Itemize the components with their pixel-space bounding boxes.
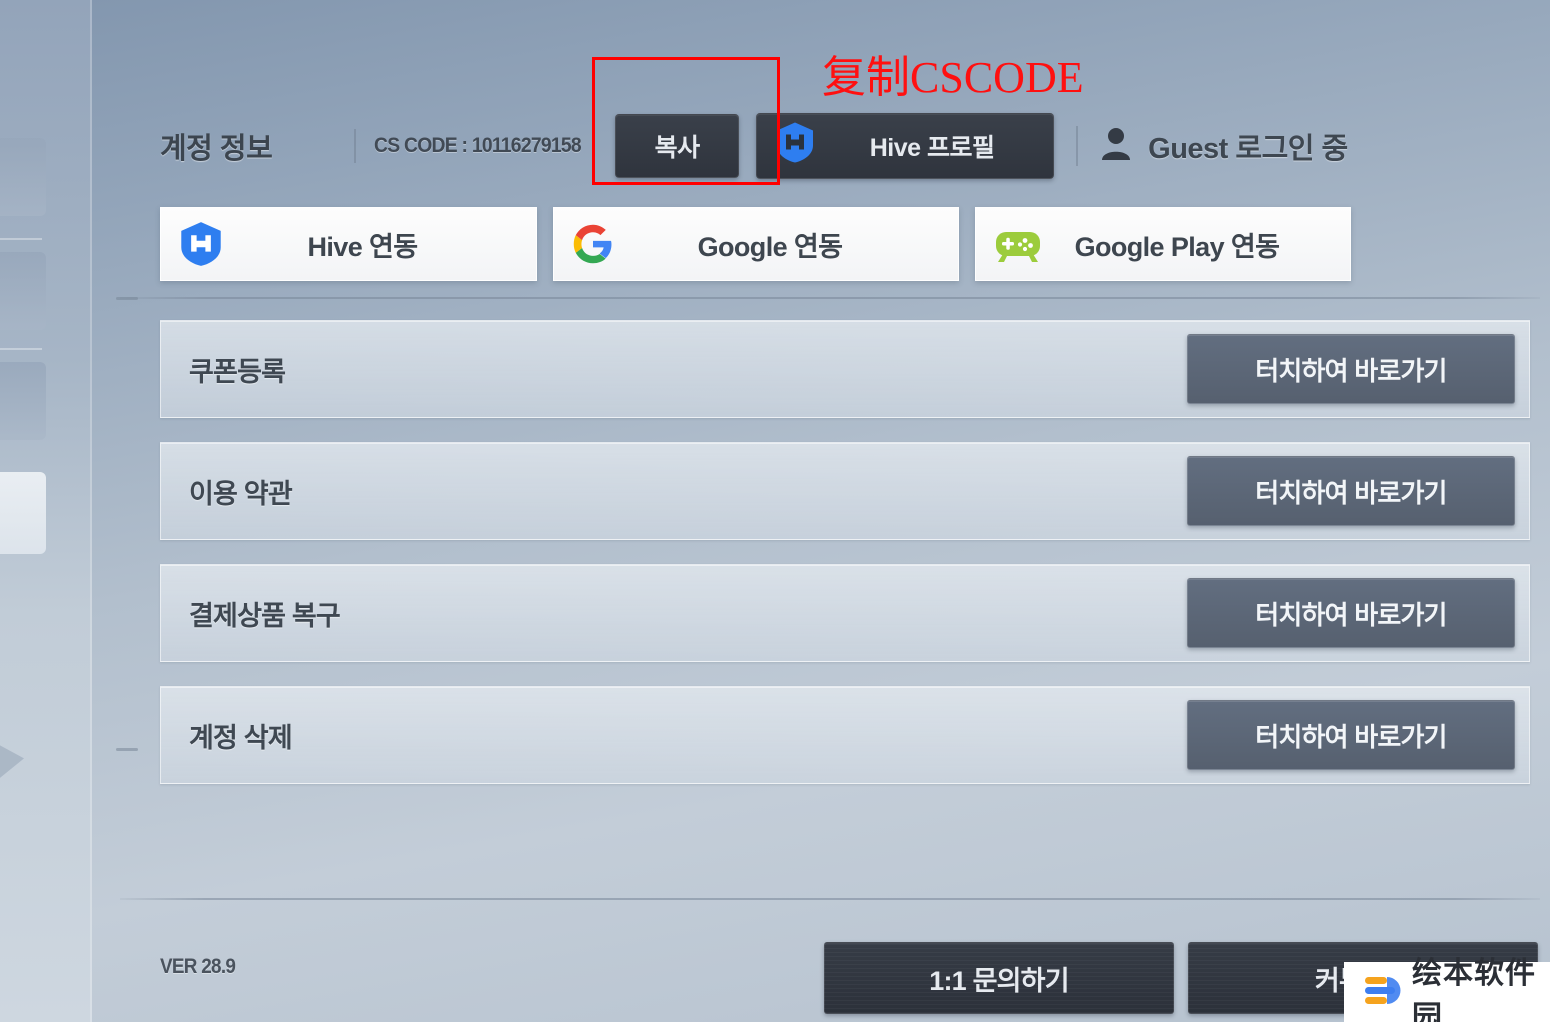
table-row[interactable]: 계정 삭제 터치하여 바로가기 bbox=[160, 686, 1530, 784]
hive-profile-button[interactable]: Hive 프로필 bbox=[756, 113, 1055, 179]
row-action-label: 터치하여 바로가기 bbox=[1255, 599, 1447, 630]
account-info-panel: 계정 정보 CS CODE : 10116279158 복사 Hive 프로필 bbox=[92, 0, 1550, 1022]
account-header: 계정 정보 CS CODE : 10116279158 복사 Hive 프로필 bbox=[160, 110, 1348, 182]
top-divider bbox=[120, 297, 1540, 299]
watermark-logo-icon bbox=[1358, 968, 1402, 1017]
background-menu-card-highlight bbox=[0, 472, 46, 554]
page-title: 계정 정보 bbox=[160, 133, 273, 165]
link-google-label: Google 연동 bbox=[697, 231, 843, 262]
link-hive-button[interactable]: Hive 연동 bbox=[160, 207, 537, 281]
link-google-play-button[interactable]: Google Play 연동 bbox=[975, 207, 1351, 281]
copy-button-label: 복사 bbox=[654, 134, 701, 162]
row-action-label: 터치하여 바로가기 bbox=[1255, 721, 1447, 752]
hive-shield-icon bbox=[775, 122, 815, 171]
row-action-label: 터치하여 바로가기 bbox=[1255, 355, 1447, 386]
background-menu-card bbox=[0, 252, 46, 330]
row-action-terms-of-use[interactable]: 터치하여 바로가기 bbox=[1187, 456, 1515, 526]
row-action-coupon-register[interactable]: 터치하여 바로가기 bbox=[1187, 334, 1515, 404]
row-action-restore-purchase[interactable]: 터치하여 바로가기 bbox=[1187, 578, 1515, 648]
background-arrow-shape bbox=[0, 740, 24, 786]
row-label-delete-account: 계정 삭제 bbox=[189, 722, 293, 753]
game-account-settings-screen: 계정 정보 CS CODE : 10116279158 복사 Hive 프로필 bbox=[0, 0, 1550, 1022]
row-action-label: 터치하여 바로가기 bbox=[1255, 477, 1447, 508]
bottom-divider bbox=[120, 898, 1540, 900]
row-action-delete-account[interactable]: 터치하여 바로가기 bbox=[1187, 700, 1515, 770]
table-row[interactable]: 쿠폰등록 터치하여 바로가기 bbox=[160, 320, 1530, 418]
row-label-coupon-register: 쿠폰등록 bbox=[189, 356, 286, 387]
hive-profile-label: Hive 프로필 bbox=[869, 134, 995, 162]
table-row[interactable]: 결제상품 복구 터치하여 바로가기 bbox=[160, 564, 1530, 662]
link-google-button[interactable]: Google 연동 bbox=[553, 207, 959, 281]
person-icon bbox=[1100, 127, 1132, 166]
header-separator-2 bbox=[1076, 126, 1079, 166]
hive-shield-icon bbox=[179, 221, 223, 267]
background-menu-card bbox=[0, 138, 46, 216]
account-status-label: Guest 로그인 중 bbox=[1148, 133, 1348, 165]
background-divider bbox=[0, 348, 42, 350]
cs-code-text: CS CODE : 10116279158 bbox=[374, 134, 582, 157]
background-left-column bbox=[0, 0, 92, 1022]
google-play-gamepad-icon bbox=[994, 224, 1042, 264]
background-menu-card bbox=[0, 362, 46, 440]
version-label: VER 28.9 bbox=[160, 955, 236, 978]
row-label-terms-of-use: 이용 약관 bbox=[189, 478, 293, 509]
watermark: 绘本软件园 bbox=[1344, 956, 1550, 1022]
background-divider bbox=[0, 238, 42, 240]
copy-cs-code-button[interactable]: 복사 bbox=[615, 114, 740, 178]
inquiry-button-label: 1:1 문의하기 bbox=[929, 965, 1069, 996]
watermark-text: 绘本软件园 bbox=[1412, 956, 1536, 1022]
settings-row-list: 쿠폰등록 터치하여 바로가기 이용 약관 터치하여 바로가기 결제상품 복구 터… bbox=[160, 320, 1530, 808]
header-separator bbox=[354, 129, 357, 163]
annotation-text: 复制CSCODE bbox=[822, 53, 1084, 102]
account-link-buttons: Hive 연동 Google 연동 Google Play 연동 bbox=[160, 207, 1351, 281]
inquiry-button[interactable]: 1:1 문의하기 bbox=[824, 942, 1174, 1014]
google-g-icon bbox=[572, 223, 614, 265]
row-label-restore-purchase: 결제상품 복구 bbox=[189, 600, 341, 631]
table-row[interactable]: 이용 약관 터치하여 바로가기 bbox=[160, 442, 1530, 540]
account-status-group: Guest 로그인 중 bbox=[1100, 125, 1348, 167]
